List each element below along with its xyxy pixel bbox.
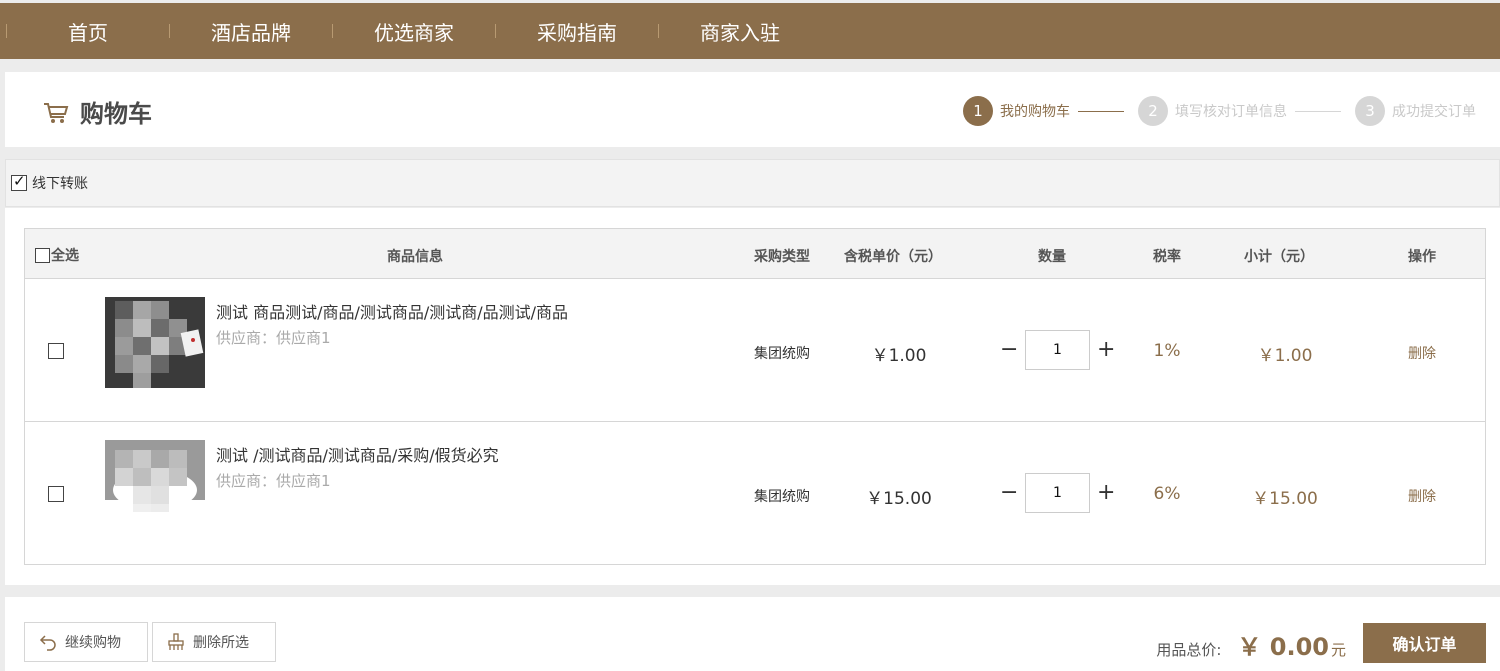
total-label: 用品总价: (1156, 641, 1222, 659)
nav-item-home[interactable]: 首页 (7, 17, 169, 46)
quantity-stepper: − + (1000, 330, 1115, 370)
delete-selected-button[interactable]: 删除所选 (152, 622, 276, 662)
page-title: 购物车 (42, 94, 152, 129)
table-row: 测试 /测试商品/测试商品/采购/假货必究 供应商：供应商1 集团统购 ￥15.… (25, 422, 1485, 565)
row-checkbox[interactable] (48, 343, 64, 359)
step-label: 填写核对订单信息 (1175, 104, 1287, 120)
checkout-steps: 1 我的购物车 2 填写核对订单信息 3 成功提交订单 (963, 96, 1476, 126)
step-number: 1 (963, 96, 993, 126)
cart-icon (44, 102, 69, 123)
step-label: 成功提交订单 (1392, 104, 1476, 120)
table-header: 全选 商品信息 采购类型 含税单价（元） 数量 税率 小计（元） 操作 (25, 229, 1485, 279)
continue-shopping-button[interactable]: 继续购物 (24, 622, 148, 662)
continue-shopping-label: 继续购物 (65, 635, 121, 651)
unit-price: ￥15.00 (866, 489, 932, 509)
step-connector (1295, 110, 1341, 112)
row-checkbox[interactable] (48, 486, 64, 502)
payment-option-bar: 线下转账 (5, 159, 1500, 207)
confirm-order-button[interactable]: 确认订单 (1363, 623, 1486, 663)
nav-item-purchase-guide[interactable]: 采购指南 (496, 17, 658, 46)
step-fill-order-info: 2 填写核对订单信息 (1138, 96, 1287, 126)
table-row: 测试 商品测试/商品/测试商品/测试商/品测试/商品 供应商：供应商1 集团统购… (25, 279, 1485, 422)
step-connector (1078, 110, 1124, 112)
select-all-checkbox[interactable] (35, 247, 50, 263)
product-supplier: 供应商：供应商1 (216, 472, 331, 490)
delete-link[interactable]: 删除 (1408, 486, 1436, 506)
nav-item-merchant-join[interactable]: 商家入驻 (659, 17, 821, 46)
quantity-stepper: − + (1000, 473, 1115, 513)
subtotal: ￥1.00 (1257, 346, 1313, 366)
increase-quantity-button[interactable]: + (1097, 482, 1115, 504)
top-nav: 首页 酒店品牌 优选商家 采购指南 商家入驻 (0, 3, 1500, 59)
cart-header: 购物车 1 我的购物车 2 填写核对订单信息 3 成功提交订单 (5, 72, 1500, 147)
nav-item-preferred-merchants[interactable]: 优选商家 (333, 17, 495, 46)
col-actions: 操作 (1408, 249, 1436, 265)
total-amount: ￥ 0.00 (1237, 633, 1329, 661)
delete-selected-label: 删除所选 (193, 635, 249, 651)
col-subtotal: 小计（元） (1244, 249, 1314, 265)
purchase-type: 集团统购 (754, 489, 810, 505)
col-quantity: 数量 (1038, 249, 1066, 265)
broom-icon (168, 633, 184, 650)
step-my-cart: 1 我的购物车 (963, 96, 1070, 126)
order-total: 用品总价: ￥ 0.00 元 (1156, 627, 1346, 662)
step-order-submitted: 3 成功提交订单 (1355, 96, 1476, 126)
tax-rate: 1% (1153, 341, 1181, 361)
select-all-label: 全选 (51, 248, 79, 264)
step-number: 3 (1355, 96, 1385, 126)
step-label: 我的购物车 (1000, 104, 1070, 120)
subtotal: ￥15.00 (1252, 489, 1318, 509)
total-unit: 元 (1330, 641, 1346, 659)
return-arrow-icon (39, 635, 56, 651)
offline-transfer-checkbox[interactable] (11, 172, 27, 191)
product-name[interactable]: 测试 商品测试/商品/测试商品/测试商/品测试/商品 (216, 299, 568, 323)
col-tax-rate: 税率 (1153, 249, 1181, 265)
col-purchase-type: 采购类型 (754, 249, 810, 265)
col-product-info: 商品信息 (387, 249, 443, 265)
product-supplier: 供应商：供应商1 (216, 329, 331, 347)
cart-table: 全选 商品信息 采购类型 含税单价（元） 数量 税率 小计（元） 操作 测试 商… (24, 228, 1486, 565)
nav-item-hotel-brands[interactable]: 酒店品牌 (170, 17, 332, 46)
cart-title-text: 购物车 (80, 100, 152, 128)
decrease-quantity-button[interactable]: − (1000, 339, 1018, 361)
product-thumbnail[interactable] (105, 440, 205, 531)
quantity-input[interactable] (1025, 473, 1090, 513)
select-all[interactable]: 全选 (34, 245, 79, 265)
decrease-quantity-button[interactable]: − (1000, 482, 1018, 504)
step-number: 2 (1138, 96, 1168, 126)
increase-quantity-button[interactable]: + (1097, 339, 1115, 361)
purchase-type: 集团统购 (754, 346, 810, 362)
product-name[interactable]: 测试 /测试商品/测试商品/采购/假货必究 (216, 442, 499, 466)
cart-panel: 全选 商品信息 采购类型 含税单价（元） 数量 税率 小计（元） 操作 测试 商… (5, 208, 1500, 585)
product-thumbnail[interactable] (105, 297, 205, 388)
offline-transfer-label: 线下转账 (32, 176, 88, 192)
delete-link[interactable]: 删除 (1408, 343, 1436, 363)
unit-price: ￥1.00 (871, 346, 927, 366)
tax-rate: 6% (1153, 484, 1181, 504)
col-unit-price: 含税单价（元） (844, 249, 942, 265)
quantity-input[interactable] (1025, 330, 1090, 370)
cart-footer: 继续购物 删除所选 用品总价: ￥ 0.00 元 确认订单 (5, 597, 1500, 671)
